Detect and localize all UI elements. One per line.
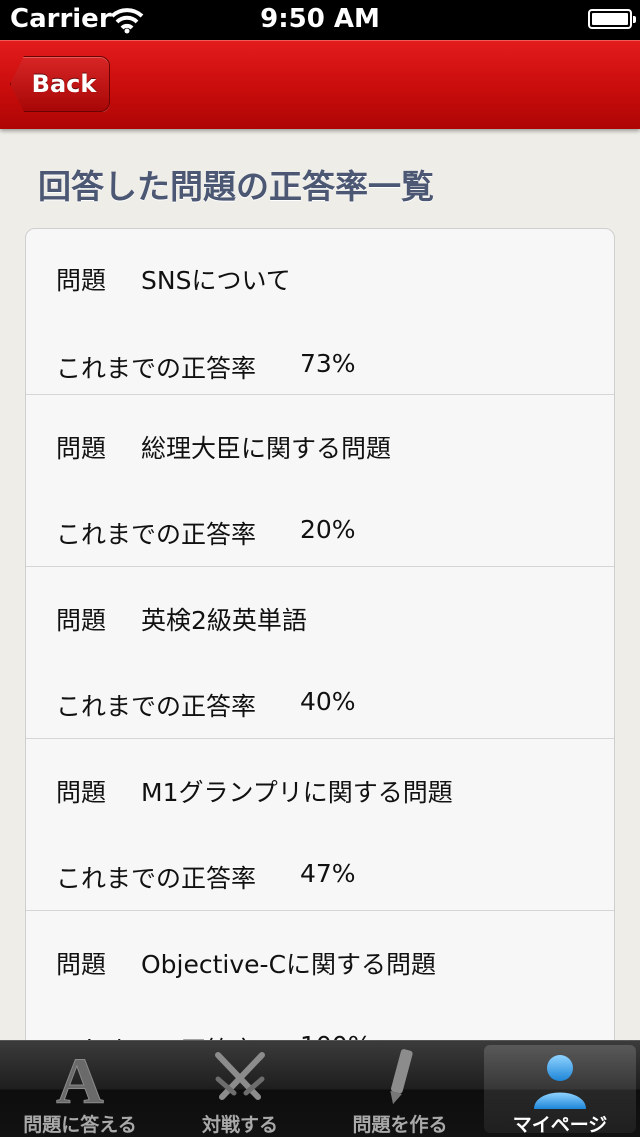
question-label: 問題 xyxy=(56,434,107,463)
list-item[interactable]: 問題 英検2級英単語 これまでの正答率 40% xyxy=(26,567,614,739)
question-title: M1グランプリに関する問題 xyxy=(141,778,453,807)
accuracy-label: これまでの正答率 xyxy=(56,692,257,721)
back-button-label: Back xyxy=(31,70,97,98)
question-title: 英検2級英単語 xyxy=(141,606,307,635)
clock-time: 9:50 AM xyxy=(260,4,380,34)
accuracy-value: 20% xyxy=(300,515,356,544)
question-title: Objective-Cに関する問題 xyxy=(141,950,437,979)
list-item[interactable]: 問題 M1グランプリに関する問題 これまでの正答率 47% xyxy=(26,739,614,911)
tab-label: マイページ xyxy=(512,1114,608,1136)
letter-a-icon: A xyxy=(56,1047,105,1109)
tab-battle[interactable]: 対戦する xyxy=(160,1041,320,1137)
accuracy-value: 40% xyxy=(300,687,356,716)
accuracy-label: これまでの正答率 xyxy=(56,520,257,549)
list-item[interactable]: 問題 Objective-Cに関する問題 これまでの正答率 100% xyxy=(26,911,614,1057)
page-title: 回答した問題の正答率一覧 xyxy=(38,167,434,206)
question-title: SNSについて xyxy=(141,266,291,295)
accuracy-value: 73% xyxy=(300,349,356,378)
tab-label: 問題に答える xyxy=(23,1114,137,1136)
tab-create-question[interactable]: 問題を作る xyxy=(320,1041,480,1137)
accuracy-list: 問題 SNSについて これまでの正答率 73% 問題 総理大臣に関する問題 これ… xyxy=(25,228,615,1058)
accuracy-value: 47% xyxy=(300,859,356,888)
tab-my-page[interactable]: マイページ xyxy=(484,1045,636,1136)
question-label: 問題 xyxy=(56,266,107,295)
crossed-swords-icon xyxy=(215,1052,265,1100)
pencil-icon xyxy=(390,1049,413,1105)
tab-bar: A 問題に答える 対戦する 問題を作る マイページ xyxy=(0,1040,640,1137)
accuracy-label: これまでの正答率 xyxy=(56,354,257,383)
person-icon xyxy=(534,1055,586,1109)
question-label: 問題 xyxy=(56,950,107,979)
question-label: 問題 xyxy=(56,606,107,635)
list-item[interactable]: 問題 SNSについて これまでの正答率 73% xyxy=(26,229,614,395)
status-bar: Carrier 9:50 AM xyxy=(0,0,640,40)
tab-label: 問題を作る xyxy=(352,1114,448,1136)
back-button[interactable]: Back xyxy=(10,56,110,112)
navigation-bar: Back xyxy=(0,40,640,129)
tab-answer-questions[interactable]: A 問題に答える xyxy=(0,1041,160,1137)
question-title: 総理大臣に関する問題 xyxy=(141,434,392,463)
question-label: 問題 xyxy=(56,778,107,807)
accuracy-label: これまでの正答率 xyxy=(56,864,257,893)
tab-label: 対戦する xyxy=(201,1114,278,1136)
battery-icon xyxy=(588,9,636,29)
svg-text:A: A xyxy=(56,1047,104,1109)
list-item[interactable]: 問題 総理大臣に関する問題 これまでの正答率 20% xyxy=(26,395,614,567)
